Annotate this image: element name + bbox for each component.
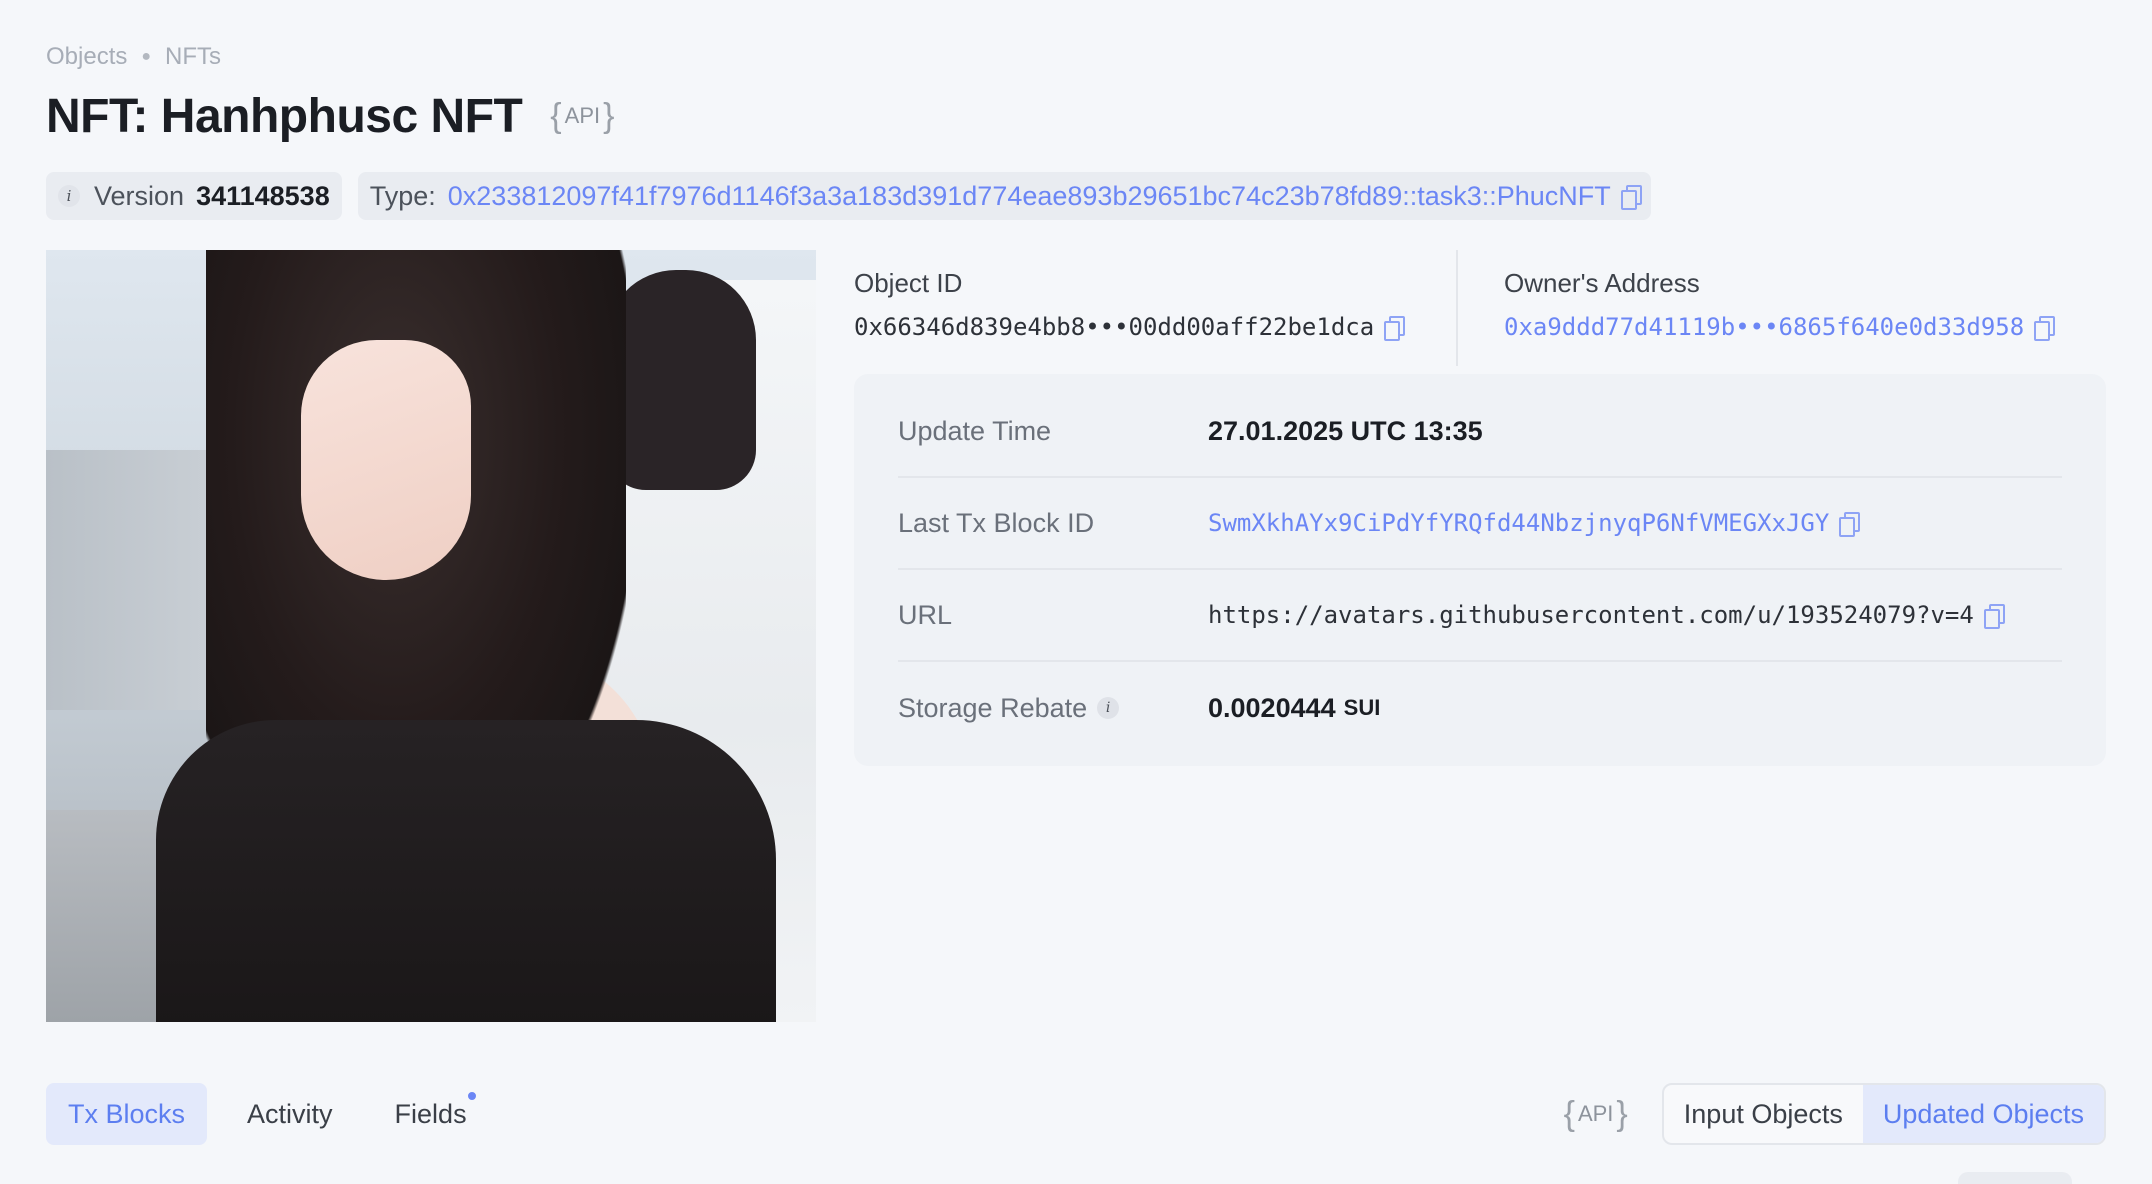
nft-image (46, 250, 816, 1022)
storage-rebate-value: 0.0020444 (1208, 692, 1336, 723)
version-label: Version (94, 180, 185, 211)
storage-rebate-row: Storage Rebate i 0.0020444 SUI (898, 662, 2062, 754)
object-id-label: Object ID (854, 268, 963, 298)
api-label: API (564, 103, 601, 128)
objects-toggle: Input Objects Updated Objects (1661, 1083, 2106, 1145)
storage-rebate-unit: SUI (1343, 695, 1381, 720)
brace-close-icon: } (1616, 1094, 1628, 1133)
breadcrumb-objects[interactable]: Objects (46, 43, 127, 71)
copy-icon[interactable] (1384, 316, 1406, 341)
info-icon[interactable]: i (58, 185, 80, 207)
details-card: Update Time 27.01.2025 UTC 13:35 Last Tx… (854, 374, 2106, 766)
url-value: https://avatars.githubusercontent.com/u/… (1208, 601, 1974, 629)
image-dress (156, 720, 776, 1022)
owner-label: Owner's Address (1504, 268, 1700, 298)
object-details: Object ID 0x66346d839e4bb8•••00dd00aff22… (854, 250, 2106, 1022)
input-objects-button[interactable]: Input Objects (1664, 1085, 1863, 1143)
owner-address-link[interactable]: 0xa9ddd77d41119b•••6865f640e0d33d958 (1504, 313, 2024, 341)
storage-rebate-label: Storage Rebate (898, 692, 1088, 723)
update-time-value: 27.01.2025 UTC 13:35 (1208, 415, 1483, 446)
url-value-row: https://avatars.githubusercontent.com/u/… (1208, 601, 2005, 629)
storage-rebate-label-row: Storage Rebate i (898, 693, 1208, 724)
version-chip: i Version 341148538 (46, 172, 342, 220)
tab-tx-blocks[interactable]: Tx Blocks (46, 1083, 208, 1145)
notification-dot (464, 1089, 479, 1103)
tab-fields-label: Fields (394, 1098, 467, 1129)
owner-value-row: 0xa9ddd77d41119b•••6865f640e0d33d958 (1504, 313, 2056, 341)
partial-element (1958, 1172, 2072, 1184)
breadcrumb: Objects ● NFTs (46, 40, 2106, 74)
breadcrumb-nfts[interactable]: NFTs (165, 43, 221, 71)
tabs: Tx Blocks Activity Fields (46, 1083, 489, 1145)
image-face (301, 340, 471, 580)
page-title: NFT: Hanhphusc NFT (46, 89, 523, 143)
object-id-value-row: 0x66346d839e4bb8•••00dd00aff22be1dca (854, 313, 1456, 341)
type-chip: Type: 0x233812097f41f7976d1146f3a3a183d3… (357, 172, 1651, 220)
divider (1456, 250, 1458, 366)
copy-icon[interactable] (2034, 316, 2056, 341)
title-row: NFT: Hanhphusc NFT { API } (46, 86, 2106, 146)
copy-icon[interactable] (1620, 185, 1642, 210)
api-link[interactable]: { API } (550, 97, 614, 136)
object-page: Objects ● NFTs NFT: Hanhphusc NFT { API … (46, 40, 2106, 1022)
copy-icon[interactable] (1839, 512, 1861, 537)
brace-close-icon: } (603, 96, 615, 135)
url-label: URL (898, 599, 953, 630)
updated-objects-button[interactable]: Updated Objects (1862, 1085, 2104, 1143)
brace-open-icon: { (550, 96, 562, 135)
storage-rebate-value-row: 0.0020444 SUI (1208, 693, 1380, 724)
tab-activity[interactable]: Activity (225, 1083, 355, 1145)
id-row: Object ID 0x66346d839e4bb8•••00dd00aff22… (854, 250, 2106, 366)
brace-open-icon: { (1563, 1094, 1575, 1133)
breadcrumb-separator: ● (141, 48, 152, 65)
last-tx-row: Last Tx Block ID SwmXkhAYx9CiPdYfYRQfd44… (898, 478, 2062, 570)
update-time-row: Update Time 27.01.2025 UTC 13:35 (898, 386, 2062, 478)
object-id-section: Object ID 0x66346d839e4bb8•••00dd00aff22… (854, 250, 1456, 366)
last-tx-value-row: SwmXkhAYx9CiPdYfYRQfd44NbzjnyqP6NfVMEGXx… (1208, 509, 1861, 537)
object-id-value: 0x66346d839e4bb8•••00dd00aff22be1dca (854, 313, 1375, 341)
meta-chips: i Version 341148538 Type: 0x233812097f41… (46, 172, 2106, 220)
update-time-label: Update Time (898, 415, 1052, 446)
tab-fields[interactable]: Fields (373, 1083, 489, 1145)
last-tx-label: Last Tx Block ID (898, 507, 1095, 538)
bottom-tab-bar: Tx Blocks Activity Fields { API } Input … (46, 1082, 2106, 1146)
api-label: API (1577, 1101, 1614, 1126)
type-label: Type: (369, 180, 436, 211)
version-value: 341148538 (196, 180, 330, 211)
image-bg-person-head (606, 270, 756, 490)
api-link[interactable]: { API } (1564, 1095, 1628, 1134)
owner-section: Owner's Address 0xa9ddd77d41119b•••6865f… (1504, 250, 2056, 366)
last-tx-link[interactable]: SwmXkhAYx9CiPdYfYRQfd44NbzjnyqP6NfVMEGXx… (1208, 509, 1829, 537)
type-link[interactable]: 0x233812097f41f7976d1146f3a3a183d391d774… (448, 181, 1611, 212)
copy-icon[interactable] (1983, 604, 2005, 629)
info-icon[interactable]: i (1097, 697, 1120, 719)
url-row: URL https://avatars.githubusercontent.co… (898, 570, 2062, 662)
main-content: Object ID 0x66346d839e4bb8•••00dd00aff22… (46, 250, 2106, 1022)
